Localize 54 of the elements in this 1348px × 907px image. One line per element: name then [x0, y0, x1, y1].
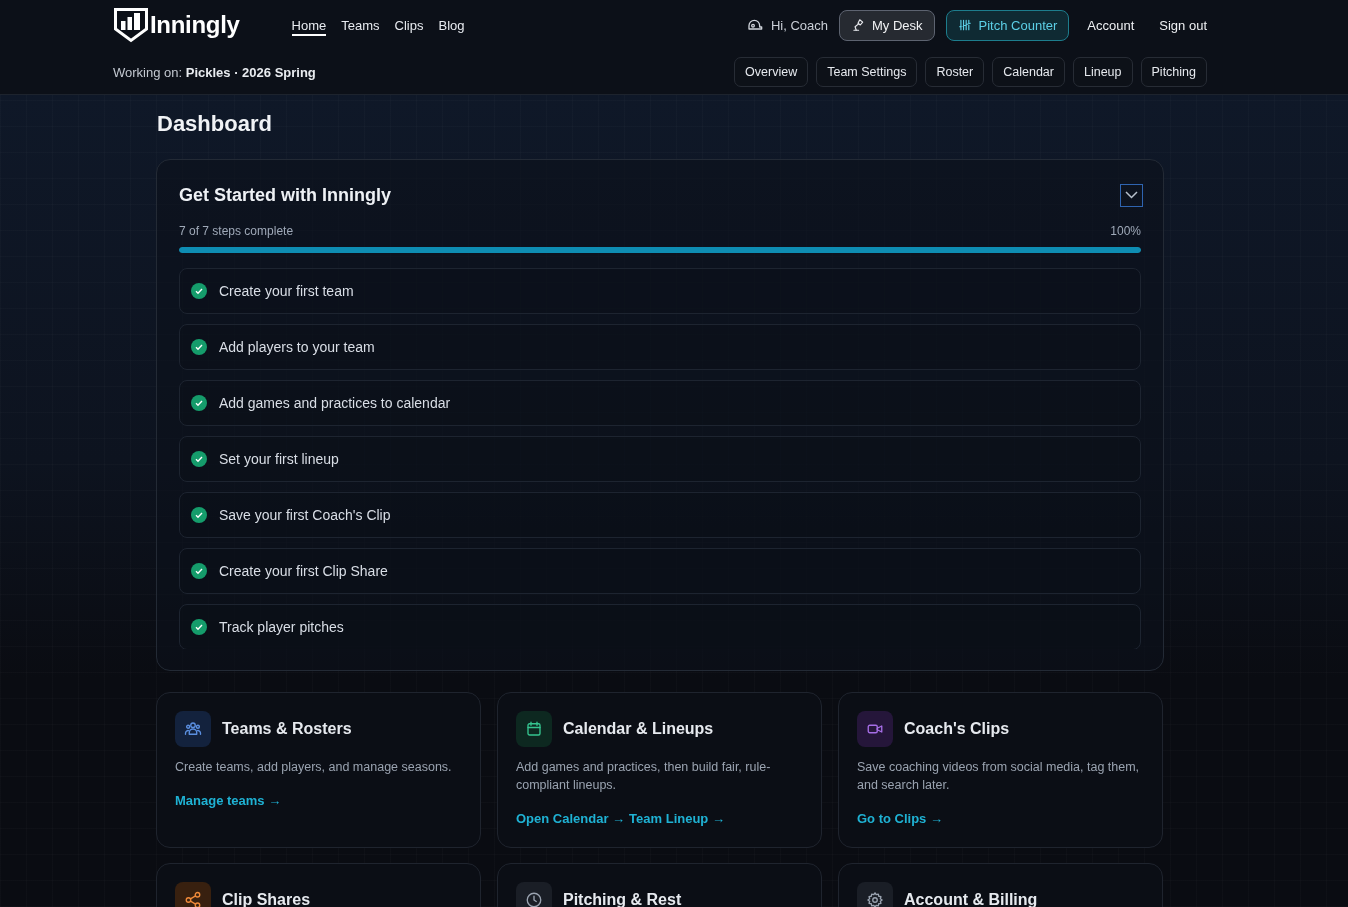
step-label: Save your first Coach's Clip	[219, 507, 391, 523]
step-label: Add games and practices to calendar	[219, 395, 451, 411]
checklist-item[interactable]: Save your first Coach's Clip	[179, 492, 1141, 538]
step-label: Set your first lineup	[219, 451, 339, 467]
feature-description: Add games and practices, then build fair, rule-compliant lineups.	[516, 759, 772, 794]
greeting-text: Hi, Coach	[770, 17, 828, 33]
nav-link[interactable]: Clips	[394, 16, 424, 36]
progress-percent: 100%	[1110, 223, 1141, 239]
step-label: Create your first Clip Share	[219, 563, 388, 579]
checklist-item[interactable]: Create your first Clip Share	[179, 548, 1141, 594]
card-title: Get Started with Inningly	[179, 184, 391, 207]
collapse-button[interactable]	[1120, 183, 1143, 207]
checklist-item[interactable]: Set your first lineup	[179, 436, 1141, 482]
people-icon	[175, 711, 211, 747]
nav-link[interactable]: Teams	[341, 16, 380, 36]
section-tab[interactable]: Team Settings	[816, 57, 918, 87]
page-title: Dashboard	[157, 110, 273, 138]
tally-marks-icon	[957, 18, 972, 32]
feature-link[interactable]: Manage teams →	[175, 792, 282, 810]
section-tab[interactable]: Pitching	[1140, 57, 1207, 87]
checklist-item[interactable]: Add games and practices to calendar	[179, 380, 1141, 426]
step-label: Track player pitches	[219, 619, 344, 635]
feature-title: Teams & Rosters	[222, 719, 352, 739]
logo-link[interactable]: Inningly	[113, 7, 240, 43]
feature-link[interactable]: Team Lineup →	[629, 810, 725, 828]
section-tab[interactable]: Lineup	[1072, 57, 1133, 87]
desk-button[interactable]: My Desk	[839, 9, 935, 41]
header-link[interactable]: Sign out	[1159, 17, 1207, 33]
feature-title: Calendar & Lineups	[563, 719, 714, 739]
feature-description: Create teams, add players, and manage seasons.	[175, 759, 453, 776]
calendar-icon	[516, 711, 552, 747]
desk-lamp-icon	[851, 18, 865, 32]
feature-description: Save coaching videos from social media, tag them, and search later.	[857, 759, 1141, 794]
feature-title: Coach's Clips	[904, 719, 1010, 739]
working-on-text: Working on: Pickles · 2026 Spring	[113, 64, 316, 80]
feature-link[interactable]: Go to Clips →	[857, 810, 943, 828]
logo-icon	[113, 7, 149, 43]
feature-link[interactable]: Open Calendar →	[516, 810, 626, 828]
nav-link[interactable]: Home	[291, 16, 327, 36]
section-tab[interactable]: Overview	[734, 57, 809, 87]
step-label: Create your first team	[219, 283, 354, 299]
checklist-item[interactable]: Add players to your team	[179, 324, 1141, 370]
helmet-icon	[746, 17, 763, 33]
video-camera-icon	[857, 711, 893, 747]
header-link[interactable]: Account	[1087, 17, 1135, 33]
checklist-item[interactable]: Track player pitches	[179, 604, 1141, 649]
progress-label: 7 of 7 steps complete	[179, 223, 294, 239]
pitch-counter-button[interactable]: Pitch Counter	[945, 9, 1070, 41]
nav-link[interactable]: Blog	[438, 16, 465, 36]
section-tab[interactable]: Roster	[925, 57, 985, 87]
step-label: Add players to your team	[219, 339, 375, 355]
section-tab[interactable]: Calendar	[992, 57, 1065, 87]
checklist-item[interactable]: Create your first team	[179, 268, 1141, 314]
chevron-down-icon	[1125, 191, 1138, 199]
